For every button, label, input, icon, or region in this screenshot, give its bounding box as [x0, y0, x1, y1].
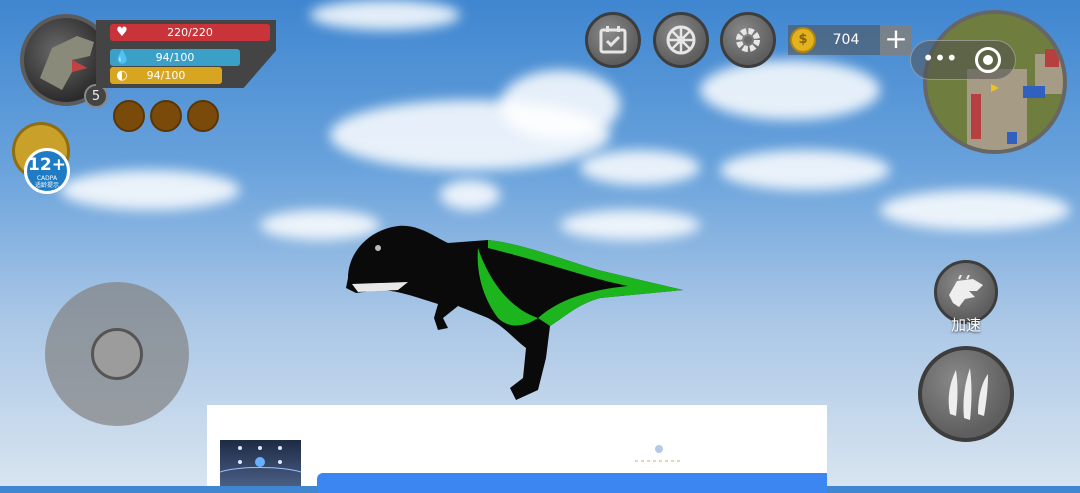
ad-logo-mark: [635, 445, 683, 462]
sky-cloud: [500, 70, 620, 140]
skill-slot[interactable]: [113, 100, 145, 132]
sky-cloud: [580, 150, 700, 185]
sky-cloud: [880, 190, 1070, 230]
dinosaur-head-icon: [949, 275, 983, 307]
age-rating-label: 12+: [28, 155, 66, 175]
tasks-button[interactable]: [585, 12, 641, 68]
minimap[interactable]: [923, 10, 1067, 154]
joystick-knob[interactable]: [91, 328, 143, 380]
calendar-check-icon: [599, 26, 627, 54]
movement-joystick[interactable]: [45, 282, 189, 426]
sky-cloud: [720, 150, 890, 190]
water-bar: 💧 94/100: [110, 49, 240, 66]
add-coins-button[interactable]: +: [880, 25, 912, 55]
age-rating-circle: 12+ CADPA 适龄提示: [24, 148, 70, 194]
wheel-button[interactable]: [653, 12, 709, 68]
age-rating-org: CADPA: [36, 175, 58, 182]
attack-button[interactable]: [918, 346, 1014, 442]
health-value: 220/220: [167, 26, 213, 39]
sky-cloud: [700, 60, 880, 120]
ad-thumbnail-graphic: [219, 446, 302, 473]
skill-slot[interactable]: [150, 100, 182, 132]
gear-icon: [736, 28, 760, 52]
minimap-terrain: [927, 14, 1063, 150]
hunger-value: 94/100: [146, 69, 186, 82]
ad-thumbnail: [219, 440, 302, 486]
sky-cloud: [60, 170, 240, 210]
age-rating-note: 适龄提示: [34, 182, 59, 189]
ad-banner[interactable]: [207, 405, 827, 493]
ad-logo: [619, 443, 699, 465]
coin-icon: $: [790, 27, 816, 53]
wheel-icon: [666, 25, 696, 55]
hunger-bar: ◐ 94/100: [110, 67, 222, 84]
sky-cloud: [440, 180, 500, 210]
water-value: 94/100: [155, 51, 195, 64]
trex-character: [346, 225, 683, 400]
miniprogram-capsule: •••: [910, 40, 1016, 80]
health-bar: ♥ 220/220: [110, 24, 270, 41]
coin-counter: $ 704 +: [788, 25, 912, 55]
settings-button[interactable]: [720, 12, 776, 68]
more-options-icon[interactable]: •••: [917, 41, 963, 79]
ad-action-button[interactable]: [317, 473, 827, 493]
age-rating-badge[interactable]: 12+ CADPA 适龄提示: [12, 122, 72, 194]
skill-slot[interactable]: [187, 100, 219, 132]
close-miniprogram-icon[interactable]: [975, 47, 1001, 73]
sprint-label: 加速: [950, 316, 981, 334]
sky-cloud: [310, 0, 460, 30]
claw-icon: [948, 368, 988, 420]
coin-value: 704: [832, 32, 860, 48]
